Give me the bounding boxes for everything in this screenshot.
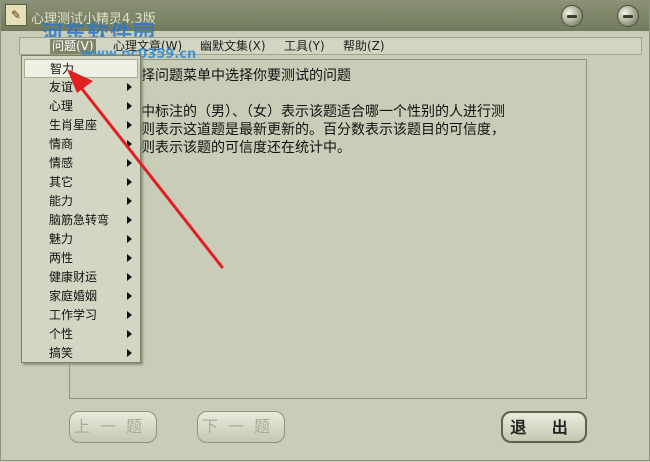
annotation-arrow-icon	[67, 69, 224, 269]
main-window: ✎ 心理测试小精灵4.3版 河东软件园 问题(V) 心理文章(W) 幽默文集(X…	[0, 0, 650, 461]
